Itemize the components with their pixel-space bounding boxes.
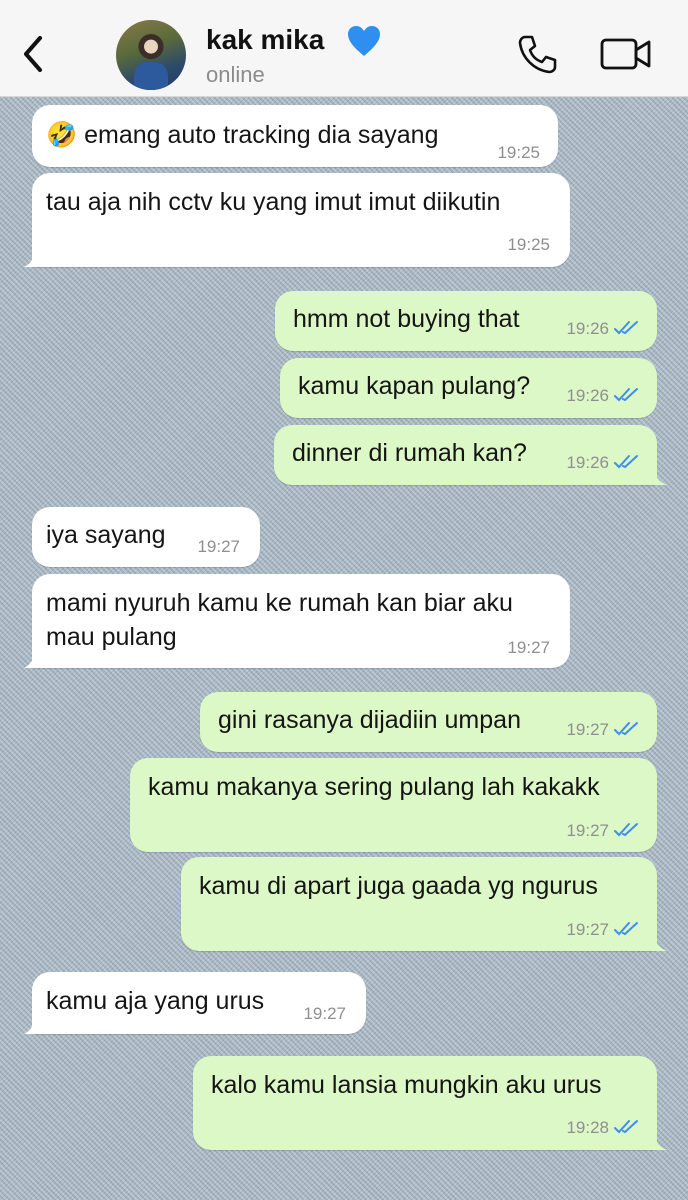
message-bubble-incoming[interactable]: kamu aja yang urus 19:27	[24, 972, 366, 1034]
message-bubble-incoming[interactable]: iya sayang 19:27	[32, 507, 260, 567]
message-bubble-outgoing[interactable]: kamu di apart juga gaada yg ngurus 19:27	[181, 857, 667, 951]
message-timestamp: 19:28	[566, 1118, 609, 1137]
message-timestamp: 19:25	[497, 143, 540, 162]
message-text: iya sayang	[46, 521, 166, 549]
read-receipt-icon	[614, 321, 638, 335]
read-receipt-icon	[614, 1120, 638, 1134]
message-text: kamu di apart juga gaada yg ngurus	[199, 872, 598, 900]
message-text: kamu aja yang urus	[46, 987, 265, 1015]
message-timestamp: 19:27	[566, 720, 609, 739]
bubble-tail	[24, 249, 44, 267]
bubble-tail	[645, 467, 667, 485]
bubble-tail	[645, 1132, 667, 1150]
chat-header: kak mika online	[0, 0, 688, 97]
bubble-tail	[24, 650, 44, 668]
chat-background[interactable]: 🤣 emang auto tracking dia sayang 19:25 t…	[0, 97, 688, 1200]
read-receipt-icon	[614, 388, 638, 402]
message-bubble-incoming[interactable]: mami nyuruh kamu ke rumah kan biar aku m…	[24, 574, 570, 668]
message-timestamp: 19:27	[566, 821, 609, 840]
message-bubble-outgoing[interactable]: kamu kapan pulang? 19:26	[280, 358, 657, 418]
bubble-tail	[24, 1016, 44, 1034]
read-receipt-icon	[614, 722, 638, 736]
message-text: kalo kamu lansia mungkin aku urus	[211, 1071, 602, 1099]
message-text: gini rasanya dijadiin umpan	[218, 706, 521, 734]
message-timestamp: 19:25	[507, 235, 550, 254]
read-receipt-icon	[614, 455, 638, 469]
message-bubble-incoming[interactable]: 🤣 emang auto tracking dia sayang 19:25	[32, 105, 558, 167]
message-bubble-outgoing[interactable]: dinner di rumah kan? 19:26	[274, 425, 667, 485]
message-text: 🤣 emang auto tracking dia sayang	[46, 121, 439, 149]
message-bubble-incoming[interactable]: tau aja nih cctv ku yang imut imut diiku…	[24, 173, 570, 267]
message-bubble-outgoing[interactable]: kamu makanya sering pulang lah kakakk 19…	[130, 758, 657, 852]
message-timestamp: 19:26	[566, 453, 609, 472]
message-text: dinner di rumah kan?	[292, 439, 527, 467]
back-chevron-icon[interactable]	[14, 30, 54, 78]
message-timestamp: 19:27	[566, 920, 609, 939]
message-timestamp: 19:26	[566, 386, 609, 405]
message-text: kamu makanya sering pulang lah kakakk	[148, 773, 600, 801]
message-bubble-outgoing[interactable]: hmm not buying that 19:26	[275, 291, 657, 351]
message-timestamp: 19:27	[197, 537, 240, 556]
video-camera-icon[interactable]	[600, 36, 652, 77]
read-receipt-icon	[614, 823, 638, 837]
message-timestamp: 19:27	[507, 638, 550, 657]
message-text: mami nyuruh kamu ke rumah kan biar aku m…	[46, 589, 513, 651]
message-text: hmm not buying that	[293, 305, 520, 333]
read-receipt-icon	[614, 922, 638, 936]
bubble-tail	[645, 933, 667, 951]
blue-heart-icon	[346, 24, 382, 63]
message-timestamp: 19:26	[566, 319, 609, 338]
phone-icon[interactable]	[516, 32, 560, 81]
contact-name[interactable]: kak mika	[206, 24, 324, 56]
message-bubble-outgoing[interactable]: gini rasanya dijadiin umpan 19:27	[200, 692, 657, 752]
message-timestamp: 19:27	[303, 1004, 346, 1023]
message-text: tau aja nih cctv ku yang imut imut diiku…	[46, 188, 501, 216]
avatar[interactable]	[116, 20, 186, 90]
message-bubble-outgoing[interactable]: kalo kamu lansia mungkin aku urus 19:28	[193, 1056, 667, 1150]
presence-status: online	[206, 62, 265, 87]
message-text: kamu kapan pulang?	[298, 372, 531, 400]
rolling-laughing-emoji-icon: 🤣	[46, 121, 78, 149]
